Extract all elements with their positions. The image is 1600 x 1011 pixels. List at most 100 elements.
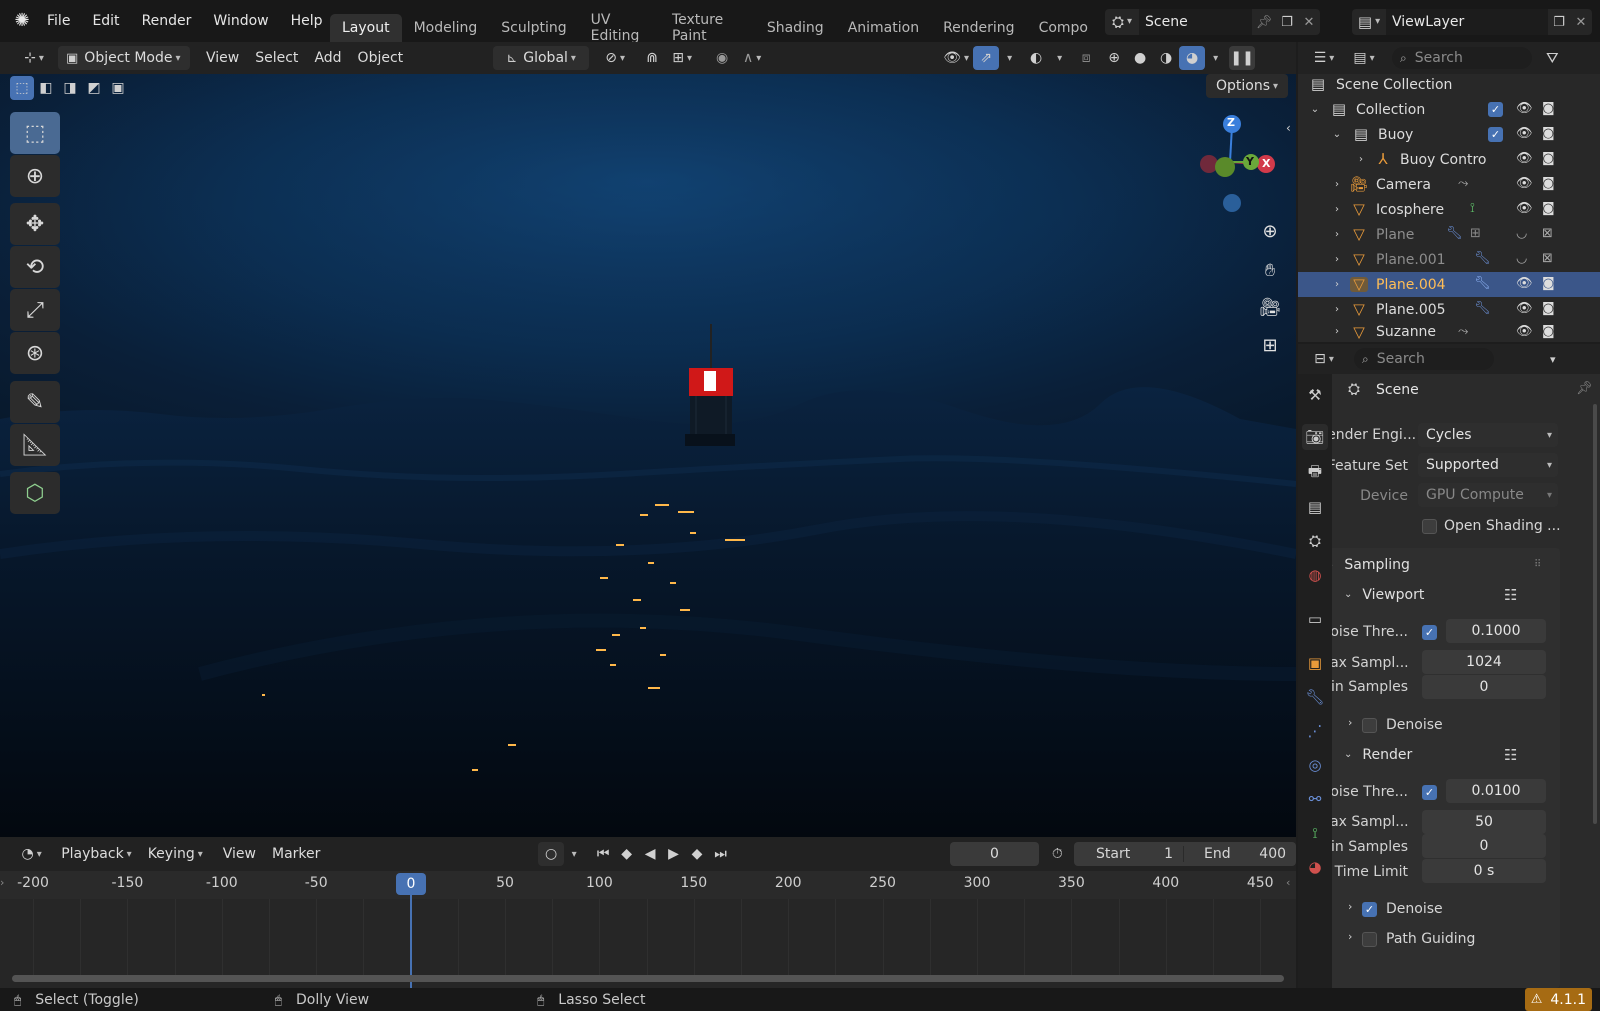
viewlayer-name[interactable]: ViewLayer — [1386, 9, 1548, 35]
context-pin-icon[interactable]: 📌︎ — [1576, 382, 1593, 395]
outliner-row-plane-005[interactable]: › ▽ Plane.005 🔧︎ 👁︎ ◙ — [1298, 297, 1600, 322]
buoy-camera-icon[interactable]: ◙ — [1542, 126, 1555, 141]
playback-menu[interactable]: Playback ▾ — [53, 842, 140, 866]
physics-tab-icon[interactable]: ◎ — [1302, 752, 1328, 778]
measure-tool[interactable]: 📐︎ — [10, 424, 60, 466]
r-max-field[interactable]: 50 — [1422, 810, 1546, 834]
scene-selector[interactable]: ⛭ ▾ Scene 📌︎ ❐ ✕ — [1105, 9, 1320, 35]
camera-view-icon[interactable]: 🎥︎ — [1255, 292, 1285, 322]
collapse-icon[interactable]: › — [1330, 279, 1344, 290]
buoy-checkbox[interactable]: ✓ — [1488, 127, 1503, 142]
new-viewlayer-icon[interactable]: ❐ — [1548, 16, 1570, 29]
chevron-right-icon[interactable]: › — [1348, 717, 1352, 728]
properties-options-icon[interactable]: ▾ — [1550, 354, 1556, 365]
material-shading-icon[interactable]: ◑ — [1153, 46, 1179, 70]
outliner-row-buoy[interactable]: ⌄ ▤ Buoy ✓ 👁︎ ◙ — [1298, 122, 1600, 147]
annotate-tool[interactable]: ✎ — [10, 381, 60, 423]
outliner-row-buoy-control[interactable]: › ⅄ Buoy Contro 👁︎ ◙ — [1298, 147, 1600, 172]
open-shading-checkbox[interactable] — [1422, 519, 1437, 534]
plane-eye-hidden-icon[interactable]: ◡ — [1516, 226, 1527, 241]
collapse-icon[interactable]: › — [1330, 327, 1344, 337]
menu-help[interactable]: Help — [280, 9, 334, 33]
select-extend-icon[interactable]: ◧ — [34, 76, 58, 100]
collection-tab-icon[interactable]: ▭ — [1302, 606, 1328, 632]
world-tab-icon[interactable]: ◍ — [1302, 562, 1328, 588]
select-box-tool[interactable]: ⬚ — [10, 112, 60, 154]
tool-tab-icon[interactable]: ⚒ — [1302, 382, 1328, 408]
plane-camera-disabled-icon[interactable]: ⊠ — [1542, 226, 1553, 241]
proportional-edit-icon[interactable]: ◉ — [709, 46, 735, 70]
xray-icon[interactable]: ⧈ — [1073, 46, 1099, 70]
particles-tab-icon[interactable]: ⋰ — [1302, 718, 1328, 744]
auto-keying-icon[interactable]: ○ — [538, 842, 564, 866]
outliner-row-plane-004[interactable]: › ▽ Plane.004 🔧︎ 👁︎ ◙ — [1298, 272, 1600, 297]
drag-handle-icon[interactable]: ⠿ — [1534, 560, 1541, 570]
render-presets-icon[interactable]: ☷ — [1504, 748, 1517, 763]
vp-max-field[interactable]: 1024 — [1422, 650, 1546, 674]
modifier-tab-icon[interactable]: 🔧︎ — [1302, 684, 1328, 710]
navigation-gizmo[interactable]: Z Y X — [1185, 112, 1275, 212]
r-noise-field[interactable]: 0.0100 — [1446, 779, 1546, 803]
expand-icon[interactable]: ⌄ — [1308, 104, 1322, 115]
collapse-icon[interactable]: › — [1330, 304, 1344, 315]
gizmo-toggle-icon[interactable]: ⇗ — [973, 46, 1000, 70]
display-mode-icon[interactable]: ▤ ▾ — [1346, 46, 1382, 70]
collapse-icon[interactable]: › — [1330, 204, 1344, 215]
version-badge[interactable]: ⚠ 4.1.1 — [1524, 988, 1592, 1011]
visibility-icon[interactable]: 👁︎ ▾ — [939, 46, 973, 70]
tab-layout[interactable]: Layout — [330, 14, 402, 42]
select-invert-icon[interactable]: ◩ — [82, 76, 106, 100]
menu-render[interactable]: Render — [131, 9, 203, 33]
snap-icon[interactable]: ⋒ — [639, 46, 665, 70]
rendered-shading-icon[interactable]: ◕ — [1179, 46, 1206, 70]
transform-tool[interactable]: ⊛ — [10, 332, 60, 374]
menu-view[interactable]: View — [198, 46, 247, 70]
close-scene-icon[interactable]: ✕ — [1298, 16, 1320, 29]
solid-shading-icon[interactable]: ● — [1127, 46, 1153, 70]
r-min-field[interactable]: 0 — [1422, 834, 1546, 858]
frame-ruler[interactable] — [0, 871, 1296, 899]
menu-select[interactable]: Select — [247, 46, 306, 70]
camera-eye-icon[interactable]: 👁︎ — [1516, 176, 1533, 191]
collection-checkbox[interactable]: ✓ — [1488, 102, 1503, 117]
suzanne-camera-icon[interactable]: ◙ — [1542, 324, 1555, 339]
perspective-toggle-icon[interactable]: ⊞ — [1255, 330, 1285, 360]
select-intersect-icon[interactable]: ▣ — [106, 76, 130, 100]
viewport-presets-icon[interactable]: ☷ — [1504, 588, 1517, 603]
plane-001-eye-hidden-icon[interactable]: ◡ — [1516, 251, 1527, 266]
filter-icon[interactable]: ⛛ — [1546, 50, 1559, 66]
editor-type-icon[interactable]: ⊹ ▾ — [16, 46, 52, 70]
playhead-marker[interactable]: 0 — [396, 873, 426, 895]
next-keyframe-icon[interactable]: ◆ — [685, 842, 708, 866]
blender-logo-icon[interactable]: ✺ — [8, 12, 36, 30]
select-new-icon[interactable]: ⬚ — [10, 76, 34, 100]
icosphere-eye-icon[interactable]: 👁︎ — [1516, 201, 1533, 216]
shading-dropdown-icon[interactable]: ▾ — [1205, 46, 1223, 70]
play-reverse-icon[interactable]: ◀ — [638, 842, 661, 866]
properties-editor-icon[interactable]: ⊟ ▾ — [1306, 347, 1342, 371]
collapse-icon[interactable]: › — [1330, 254, 1344, 265]
collapse-icon[interactable]: › — [1330, 179, 1344, 190]
tab-rendering[interactable]: Rendering — [931, 14, 1027, 42]
plane-004-camera-icon[interactable]: ◙ — [1542, 276, 1555, 291]
vp-noise-checkbox[interactable]: ✓ — [1422, 625, 1437, 640]
menu-add[interactable]: Add — [306, 46, 349, 70]
cursor-tool[interactable]: ⊕ — [10, 155, 60, 197]
scene-name[interactable]: Scene — [1139, 9, 1252, 35]
pause-render-icon[interactable]: ❚❚ — [1229, 46, 1256, 70]
pan-hand-icon[interactable]: ✋︎ — [1255, 255, 1285, 285]
keying-menu[interactable]: Keying ▾ — [140, 842, 211, 866]
collection-camera-icon[interactable]: ◙ — [1542, 101, 1555, 116]
plane-001-camera-disabled-icon[interactable]: ⊠ — [1542, 251, 1553, 266]
scale-tool[interactable]: ⤢ — [10, 289, 60, 331]
r-denoise-checkbox[interactable]: ✓ — [1362, 902, 1377, 917]
play-icon[interactable]: ▶ — [662, 842, 685, 866]
output-tab-icon[interactable]: 🖶︎ — [1302, 460, 1328, 486]
menu-object[interactable]: Object — [350, 46, 412, 70]
add-cube-tool[interactable]: ⬡ — [10, 472, 60, 514]
data-tab-icon[interactable]: ⟟ — [1302, 820, 1328, 846]
stopwatch-icon[interactable]: ⏱ — [1045, 842, 1070, 866]
outliner-row-collection[interactable]: ⌄ ▤ Collection ✓ 👁︎ ◙ — [1298, 97, 1600, 122]
tab-uv-editing[interactable]: UV Editing — [579, 12, 660, 42]
viewport-subheader[interactable]: ⌄ Viewport — [1344, 587, 1424, 603]
